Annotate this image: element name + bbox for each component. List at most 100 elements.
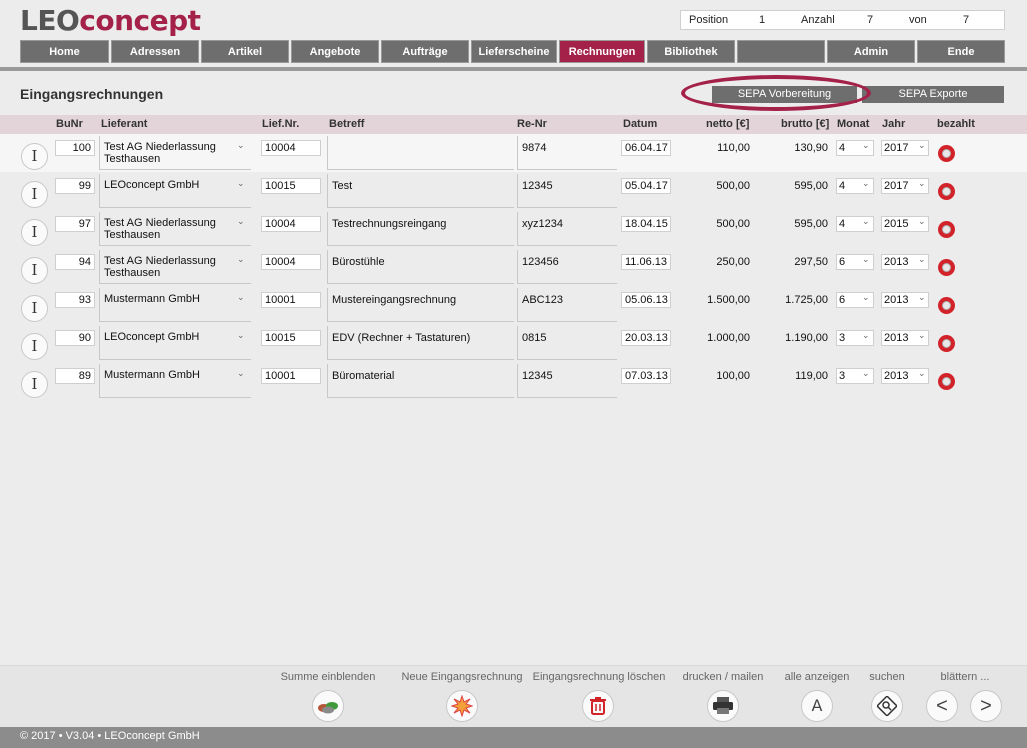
col-lieferant: Lieferant <box>101 118 148 130</box>
bezahlt-status-icon[interactable] <box>938 221 955 238</box>
starburst-icon <box>450 694 474 718</box>
loeschen-button[interactable] <box>582 690 614 722</box>
monat-value: 6 <box>839 294 846 306</box>
renr-value: xyz1234 <box>522 218 563 230</box>
table-row[interactable]: I 89 Mustermann GmbH ⌄ 10001 Büromaterial 1234… <box>0 362 1027 400</box>
nav-home[interactable]: Home <box>20 40 109 63</box>
table-header: BuNr Lieferant Lief.Nr. Betreff Re-Nr Da… <box>0 115 1027 134</box>
betreff-value: Testrechnungsreingang <box>332 218 447 230</box>
betreff-value: Büromaterial <box>332 370 395 382</box>
monat-value: 3 <box>839 370 846 382</box>
chevron-down-icon: ⌄ <box>918 178 926 188</box>
nav-lieferscheine[interactable]: Lieferscheine <box>471 40 557 63</box>
col-betreff: Betreff <box>329 118 365 130</box>
bezahlt-status-icon[interactable] <box>938 183 955 200</box>
col-renr: Re-Nr <box>517 118 547 130</box>
datum-value: 20.03.13 <box>625 332 668 344</box>
chevron-down-icon: ⌄ <box>237 216 245 226</box>
bezahlt-status-icon[interactable] <box>938 335 955 352</box>
nav-rechnungen[interactable]: Rechnungen <box>559 40 645 63</box>
table-row[interactable]: I 94 Test AG Niederlassung Testhausen ⌄ 10004… <box>0 248 1027 286</box>
chevron-down-icon: ⌄ <box>237 368 245 378</box>
edit-row-button[interactable]: I <box>21 181 48 208</box>
netto-value: 100,00 <box>716 370 750 382</box>
alle-anzeigen-button[interactable]: A <box>801 690 833 722</box>
col-jahr: Jahr <box>882 118 906 130</box>
nav-ende[interactable]: Ende <box>917 40 1005 63</box>
betreff-value: Test <box>332 180 353 192</box>
edit-row-button[interactable]: I <box>21 143 48 170</box>
chevron-down-icon: ⌄ <box>237 178 245 188</box>
brutto-value: 130,90 <box>794 142 828 154</box>
jahr-value: 2017 <box>884 180 909 192</box>
monat-value: 4 <box>839 180 846 192</box>
nav-admin[interactable]: Admin <box>827 40 915 63</box>
chevron-down-icon: ⌄ <box>918 140 926 150</box>
lieferant-line1: LEOconcept GmbH <box>104 179 200 191</box>
chevron-down-icon: ⌄ <box>862 330 870 340</box>
table-row[interactable]: I 100 Test AG Niederlassung Testhausen ⌄ 1000… <box>0 134 1027 172</box>
edit-row-button[interactable]: I <box>21 295 48 322</box>
datum-value: 18.04.15 <box>625 218 668 230</box>
summe-button[interactable] <box>312 690 344 722</box>
table-row[interactable]: I 99 LEOconcept GmbH ⌄ 10015 Test 12345 05.04.1… <box>0 172 1027 210</box>
table-row[interactable]: I 90 LEOconcept GmbH ⌄ 10015 EDV (Rechner + T… <box>0 324 1027 362</box>
brutto-value: 1.190,00 <box>785 332 828 344</box>
liefnr-value: 10004 <box>265 218 296 230</box>
nav-bibliothek[interactable]: Bibliothek <box>647 40 735 63</box>
jahr-value: 2013 <box>884 332 909 344</box>
lieferant-line1: Mustermann GmbH <box>104 369 200 381</box>
betreff-field[interactable] <box>327 136 514 170</box>
nav-auftraege[interactable]: Aufträge <box>381 40 469 63</box>
renr-value: 12345 <box>522 370 553 382</box>
printer-icon <box>713 697 733 714</box>
prev-page-button[interactable]: < <box>926 690 958 722</box>
edit-row-button[interactable]: I <box>21 219 48 246</box>
nav-angebote[interactable]: Angebote <box>291 40 379 63</box>
edit-row-button[interactable]: I <box>21 371 48 398</box>
table-row[interactable]: I 93 Mustermann GmbH ⌄ 10001 Mustereingangsre… <box>0 286 1027 324</box>
brutto-value: 297,50 <box>794 256 828 268</box>
suchen-button[interactable] <box>871 690 903 722</box>
nav-empty[interactable] <box>737 40 825 63</box>
bezahlt-status-icon[interactable] <box>938 145 955 162</box>
nav-artikel[interactable]: Artikel <box>201 40 289 63</box>
next-page-button[interactable]: > <box>970 690 1002 722</box>
edit-row-button[interactable]: I <box>21 257 48 284</box>
main-nav: Home Adressen Artikel Angebote Aufträge … <box>20 40 1020 63</box>
bezahlt-status-icon[interactable] <box>938 297 955 314</box>
von-value: 7 <box>963 14 970 26</box>
jahr-value: 2013 <box>884 370 909 382</box>
suchen-label: suchen <box>869 671 905 683</box>
von-label: von <box>909 14 927 26</box>
col-bezahlt: bezahlt <box>937 118 975 130</box>
jahr-value: 2013 <box>884 256 909 268</box>
lieferant-line1: Test AG Niederlassung <box>104 255 216 267</box>
drucken-button[interactable] <box>707 690 739 722</box>
bunr-value: 89 <box>78 370 91 382</box>
nav-adressen[interactable]: Adressen <box>111 40 199 63</box>
drucken-label: drucken / mailen <box>682 671 764 683</box>
lieferant-line2: Testhausen <box>104 267 161 279</box>
bezahlt-status-icon[interactable] <box>938 259 955 276</box>
lieferant-line1: LEOconcept GmbH <box>104 331 200 343</box>
monat-value: 4 <box>839 218 846 230</box>
netto-value: 110,00 <box>717 142 750 154</box>
betreff-field[interactable] <box>327 174 514 208</box>
monat-value: 4 <box>839 142 846 154</box>
liefnr-value: 10004 <box>265 256 296 268</box>
app-logo: LEOconcept <box>20 4 201 37</box>
sepa-exporte-button[interactable]: SEPA Exporte <box>862 86 1004 103</box>
position-indicator: Position 1 Anzahl 7 von 7 <box>680 10 1005 30</box>
chevron-down-icon: ⌄ <box>862 368 870 378</box>
neue-eingangsrechnung-button[interactable] <box>446 690 478 722</box>
edit-row-button[interactable]: I <box>21 333 48 360</box>
brutto-value: 595,00 <box>794 218 828 230</box>
netto-value: 1.500,00 <box>707 294 750 306</box>
table-row[interactable]: I 97 Test AG Niederlassung Testhausen ⌄ 10004… <box>0 210 1027 248</box>
bunr-value: 97 <box>78 218 91 230</box>
bezahlt-status-icon[interactable] <box>938 373 955 390</box>
col-netto: netto [€] <box>706 118 750 130</box>
position-value: 1 <box>759 14 766 26</box>
betreff-value: Bürostühle <box>332 256 385 268</box>
